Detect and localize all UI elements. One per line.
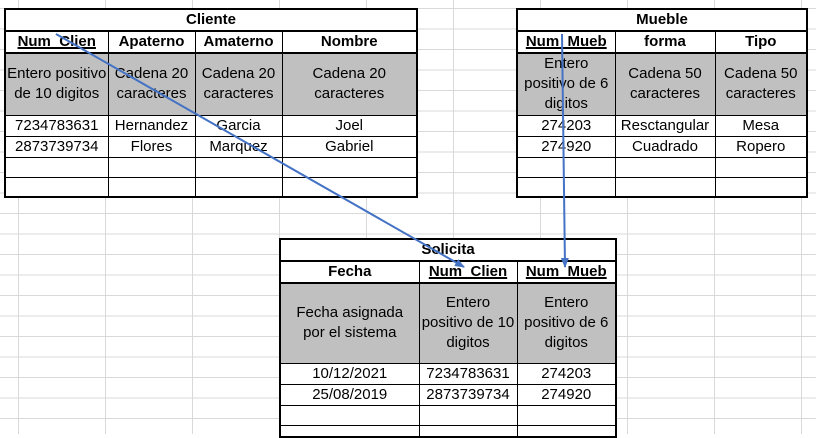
cell: Gabriel bbox=[281, 135, 418, 158]
table-row-empty bbox=[279, 404, 617, 426]
table-row: 10/12/2021 7234783631 274203 bbox=[279, 362, 617, 385]
cell: 10/12/2021 bbox=[279, 362, 420, 385]
table-row: 274920 Cuadrado Ropero bbox=[516, 135, 808, 158]
cliente-table: Cliente Num_Clien Apaterno Amaterno Nomb… bbox=[4, 8, 419, 198]
cell: 7234783631 bbox=[4, 114, 109, 137]
cell: 274203 bbox=[516, 362, 617, 385]
solicita-table: Solicita Fecha Num_Clien Num_Mueb Fecha … bbox=[279, 238, 617, 438]
solicita-col-num-mueb: Num_Mueb bbox=[516, 260, 617, 284]
solicita-type-num-mueb: Entero positivo de 6 digitos bbox=[516, 282, 617, 364]
cell: Hernandez bbox=[107, 114, 196, 137]
cell: Marquez bbox=[194, 135, 283, 158]
table-row: 25/08/2019 2873739734 274920 bbox=[279, 383, 617, 406]
cell: Joel bbox=[281, 114, 418, 137]
cell: 2873739734 bbox=[4, 135, 109, 158]
cell: 2873739734 bbox=[418, 383, 518, 406]
cell: Cuadrado bbox=[614, 135, 716, 158]
cliente-title: Cliente bbox=[4, 8, 418, 32]
cell: 274203 bbox=[516, 114, 616, 137]
cliente-type-apaterno: Cadena 20 caracteres bbox=[107, 52, 196, 116]
solicita-col-num-clien: Num_Clien bbox=[418, 260, 518, 284]
table-row: 2873739734 Flores Marquez Gabriel bbox=[4, 135, 418, 158]
cliente-type-nombre: Cadena 20 caracteres bbox=[281, 52, 418, 116]
cliente-col-amaterno: Amaterno bbox=[194, 30, 283, 54]
cliente-type-num-clien: Entero positivo de 10 digitos bbox=[4, 52, 109, 116]
mueble-type-num-mueb: Entero positivo de 6 digitos bbox=[516, 52, 616, 116]
cliente-type-amaterno: Cadena 20 caracteres bbox=[194, 52, 283, 116]
cliente-col-apaterno: Apaterno bbox=[107, 30, 196, 54]
mueble-title: Mueble bbox=[516, 8, 808, 32]
table-row-empty bbox=[516, 176, 808, 198]
solicita-col-fecha: Fecha bbox=[279, 260, 420, 284]
table-row: 274203 Resctangular Mesa bbox=[516, 114, 808, 137]
table-row: 7234783631 Hernandez Garcia Joel bbox=[4, 114, 418, 137]
cell: Ropero bbox=[714, 135, 808, 158]
table-row-empty bbox=[4, 176, 418, 198]
cell: Mesa bbox=[714, 114, 808, 137]
cliente-col-nombre: Nombre bbox=[281, 30, 418, 54]
cell: 7234783631 bbox=[418, 362, 518, 385]
cell: 274920 bbox=[516, 383, 617, 406]
mueble-col-num-mueb: Num_Mueb bbox=[516, 30, 616, 54]
mueble-col-forma: forma bbox=[614, 30, 716, 54]
table-row-empty bbox=[4, 156, 418, 178]
mueble-col-tipo: Tipo bbox=[714, 30, 808, 54]
cliente-col-num-clien: Num_Clien bbox=[4, 30, 109, 54]
mueble-type-forma: Cadena 50 caracteres bbox=[614, 52, 716, 116]
solicita-title: Solicita bbox=[279, 238, 617, 262]
mueble-table: Mueble Num_Mueb forma Tipo Entero positi… bbox=[516, 8, 809, 198]
mueble-type-tipo: Cadena 50 caracteres bbox=[714, 52, 808, 116]
solicita-type-num-clien: Entero positivo de 10 digitos bbox=[418, 282, 518, 364]
table-row-empty bbox=[516, 156, 808, 178]
table-row-empty bbox=[279, 424, 617, 438]
cell: Garcia bbox=[194, 114, 283, 137]
cell: 274920 bbox=[516, 135, 616, 158]
cell: 25/08/2019 bbox=[279, 383, 420, 406]
solicita-type-fecha: Fecha asignada por el sistema bbox=[279, 282, 420, 364]
cell: Resctangular bbox=[614, 114, 716, 137]
cell: Flores bbox=[107, 135, 196, 158]
